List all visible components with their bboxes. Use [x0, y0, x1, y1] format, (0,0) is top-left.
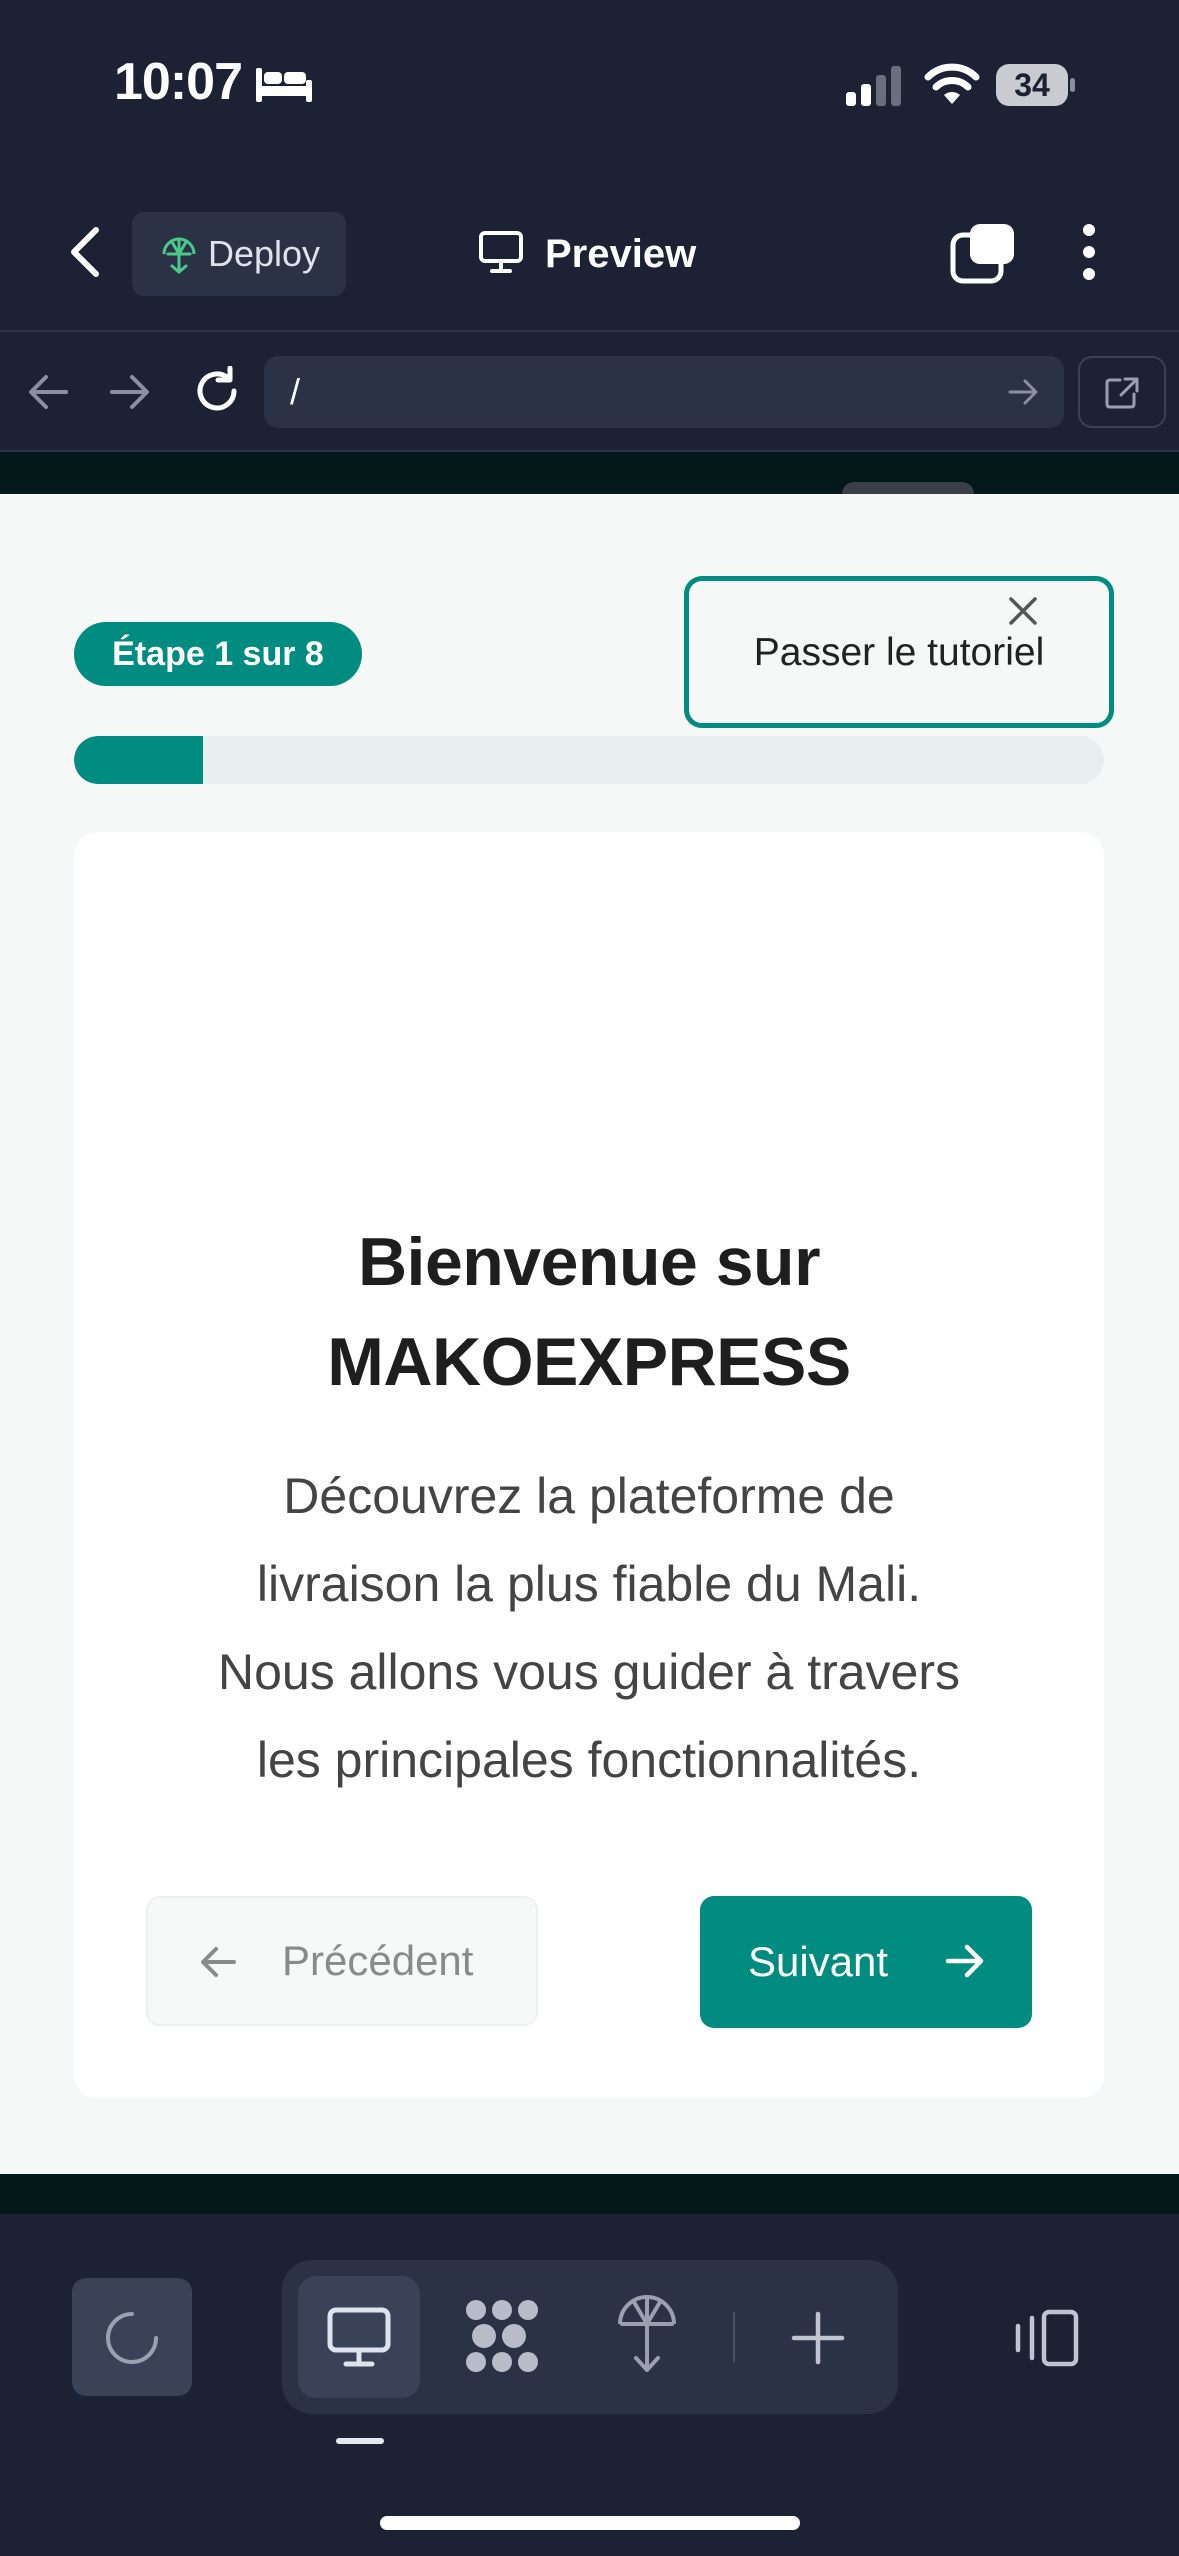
tabs-button[interactable]: [950, 222, 1016, 284]
reload-icon[interactable]: [192, 366, 242, 416]
monitor-icon: [479, 231, 523, 273]
add-icon[interactable]: [790, 2310, 846, 2366]
nav-back-icon[interactable]: [26, 372, 70, 412]
url-path: /: [290, 371, 301, 412]
previous-label: Précédent: [282, 1937, 474, 1984]
wifi-icon: [924, 63, 980, 104]
tutorial-description: Découvrez la plateforme de livraison la …: [140, 1452, 1038, 1804]
desc-line: Découvrez la plateforme de: [283, 1468, 895, 1524]
back-button[interactable]: [62, 224, 110, 280]
viewport-top-band: [0, 452, 1179, 494]
progress-fill: [74, 736, 203, 784]
progress-bar: [74, 736, 1104, 784]
step-badge: Étape 1 sur 8: [74, 622, 362, 686]
side-panel-icon[interactable]: [1010, 2308, 1082, 2368]
step-label: Étape 1 sur 8: [112, 635, 324, 673]
home-indicator[interactable]: [380, 2516, 800, 2530]
desktop-view-button[interactable]: [298, 2276, 420, 2398]
previous-button[interactable]: Précédent: [146, 1896, 538, 2026]
status-time: 10:07: [114, 53, 243, 111]
desc-line: livraison la plus fiable du Mali.: [256, 1556, 922, 1612]
loading-spinner-icon: [106, 2312, 158, 2364]
battery-icon: 34: [996, 64, 1076, 108]
header-divider: [0, 330, 1179, 332]
go-arrow-icon[interactable]: [1008, 378, 1040, 406]
battery-level: 34: [1014, 67, 1050, 103]
open-external-button[interactable]: [1078, 356, 1166, 428]
desc-line: les principales fonctionnalités.: [256, 1732, 922, 1788]
loading-button[interactable]: [72, 2278, 192, 2396]
apps-grid-icon[interactable]: [462, 2298, 542, 2374]
deploy-button[interactable]: Deploy: [132, 212, 346, 296]
active-tab-indicator: [336, 2438, 384, 2444]
skip-tutorial-button[interactable]: Passer le tutoriel: [684, 576, 1114, 728]
signal-icon: [846, 66, 901, 106]
desc-line: Nous allons vous guider à travers: [217, 1644, 961, 1700]
title-line-1: Bienvenue sur: [357, 1224, 821, 1300]
toolbar-divider: [733, 2312, 735, 2362]
external-link-icon: [1105, 377, 1139, 409]
arrow-left-icon: [201, 1947, 236, 1977]
url-input[interactable]: /: [264, 356, 1064, 428]
arrow-right-icon: [945, 1944, 984, 1978]
monitor-icon: [327, 2307, 391, 2367]
next-button[interactable]: Suivant: [700, 1896, 1032, 2028]
nav-forward-icon[interactable]: [108, 372, 152, 412]
deploy-icon[interactable]: [614, 2292, 680, 2374]
preview-label: Preview: [545, 232, 697, 276]
viewport-bottom-band: [0, 2174, 1179, 2214]
tutorial-title: Bienvenue sur MAKOEXPRESS: [74, 1212, 1104, 1412]
next-label: Suivant: [748, 1938, 889, 1985]
title-line-2: MAKOEXPRESS: [327, 1324, 851, 1400]
bed-icon: [256, 68, 312, 102]
more-menu-icon[interactable]: [1070, 222, 1108, 282]
close-icon[interactable]: [1005, 593, 1041, 629]
deploy-icon: [162, 237, 196, 274]
deploy-label: Deploy: [208, 233, 321, 274]
skip-label: Passer le tutoriel: [753, 631, 1045, 674]
